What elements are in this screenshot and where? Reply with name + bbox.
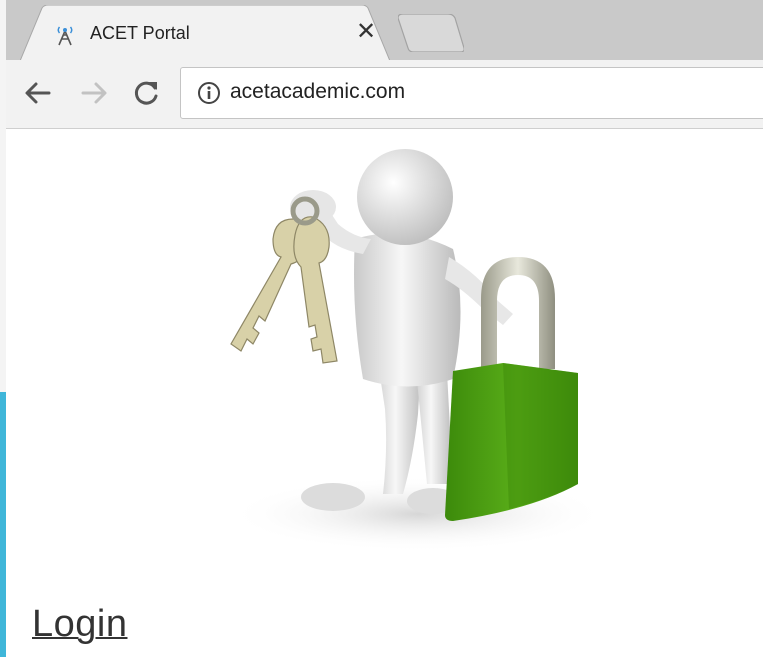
browser-toolbar: acetacademic.com (6, 60, 763, 129)
tab-strip: ACET Portal ✕ (6, 0, 763, 61)
url-text: acetacademic.com (230, 80, 406, 103)
keys (230, 196, 338, 364)
new-tab-icon (397, 13, 465, 53)
arrow-left-icon[interactable] (23, 78, 53, 108)
radio-tower-icon (54, 24, 76, 46)
arrow-right-icon[interactable] (79, 78, 109, 108)
page-content: Login (6, 129, 763, 657)
tab-acet-portal[interactable]: ACET Portal ✕ (20, 5, 390, 61)
new-tab-button[interactable] (397, 13, 465, 53)
hero-image (228, 149, 608, 552)
address-bar[interactable]: acetacademic.com (180, 67, 763, 119)
tab-close-button[interactable]: ✕ (354, 20, 378, 44)
figure-head (357, 149, 453, 245)
login-link[interactable]: Login (32, 603, 127, 646)
padlock-shackle (481, 257, 555, 369)
reload-icon[interactable] (131, 78, 161, 108)
info-icon[interactable] (197, 81, 221, 105)
tab-title: ACET Portal (90, 23, 190, 43)
